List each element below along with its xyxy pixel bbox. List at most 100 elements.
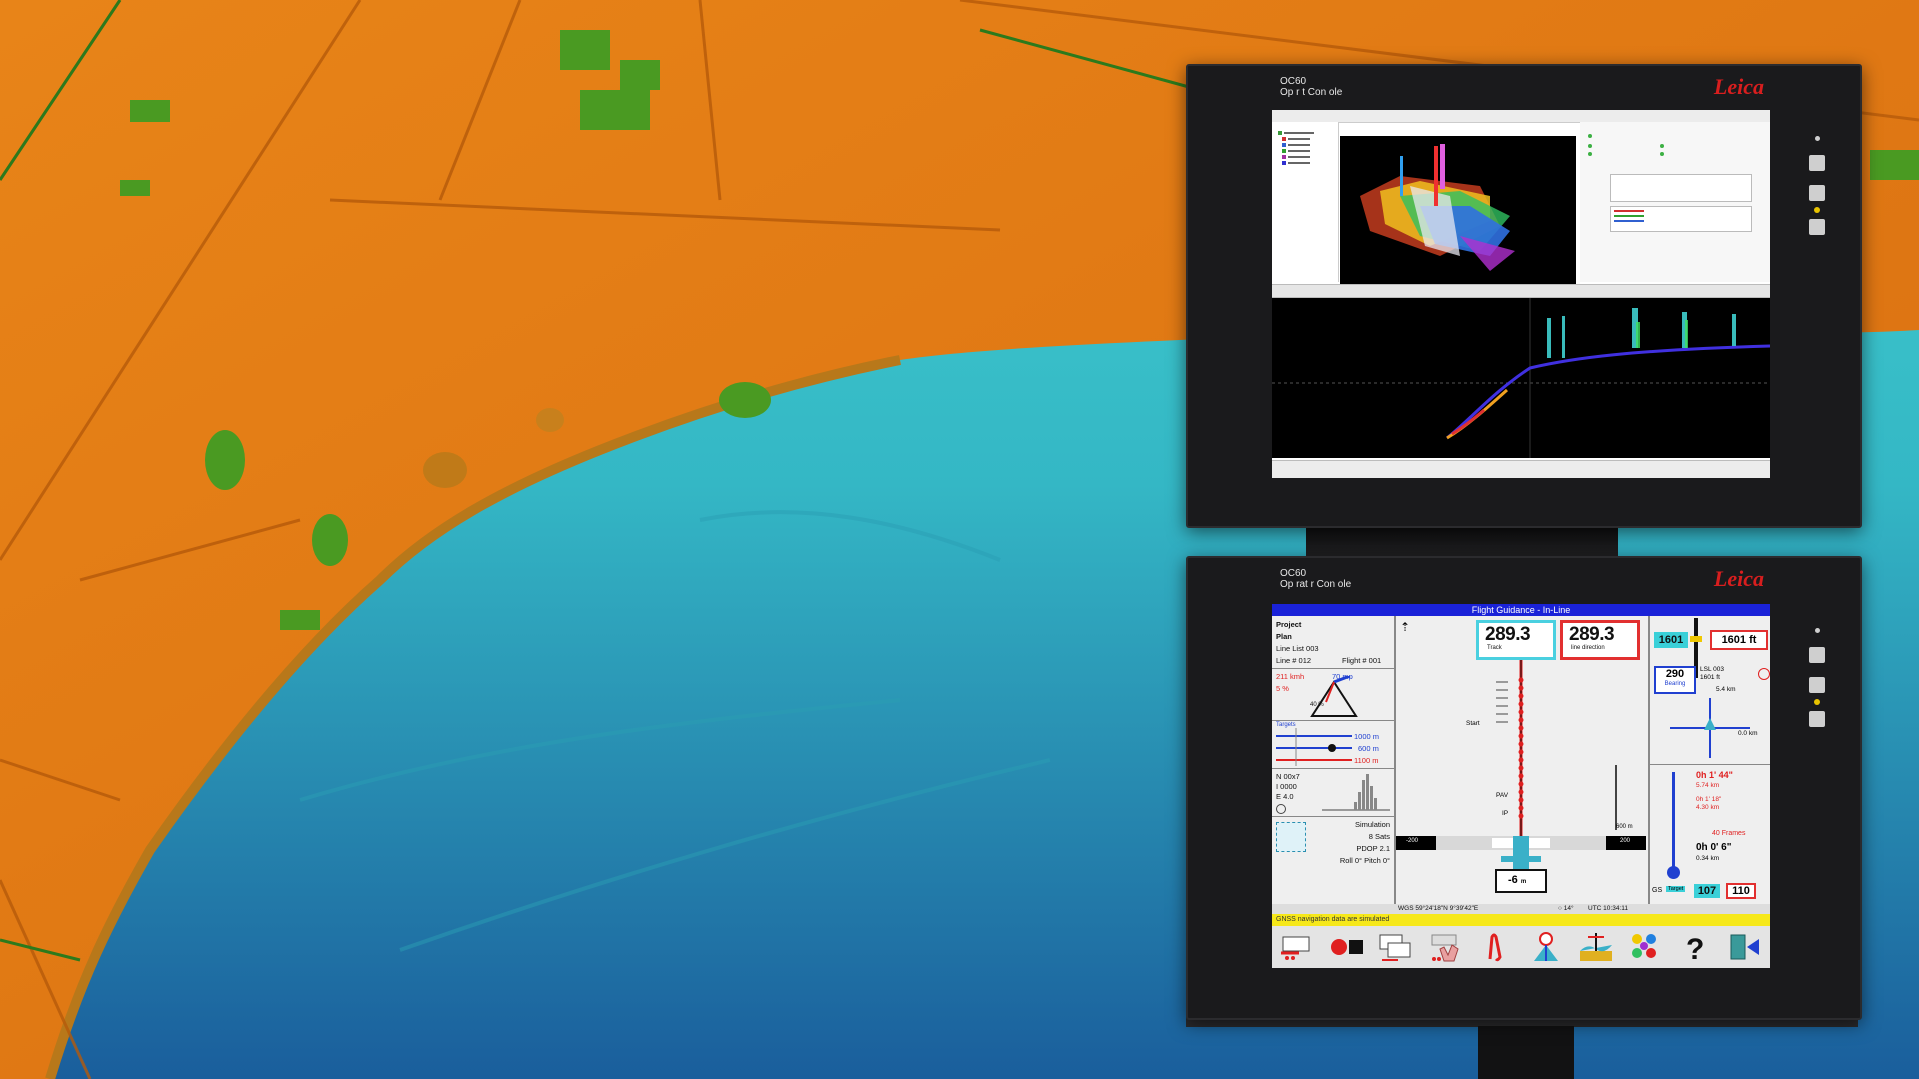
status-bar bbox=[1272, 460, 1770, 478]
monitor-title: Op r t Con ole bbox=[1280, 87, 1343, 98]
colors-icon[interactable] bbox=[1623, 928, 1667, 966]
track-value: 289.3 bbox=[1485, 624, 1531, 645]
compass-icon bbox=[1758, 668, 1770, 680]
position-crosshair-icon bbox=[1670, 698, 1750, 758]
lsl-altitude: 1601 ft bbox=[1700, 674, 1720, 681]
ground-speed-target: 110 bbox=[1726, 883, 1756, 899]
track-label: Track bbox=[1487, 645, 1502, 651]
flight-number: Flight # 001 bbox=[1342, 656, 1382, 665]
flight-guidance-screen: Flight Guidance - In-Line Project Plan L… bbox=[1272, 604, 1770, 968]
target-distance-3: 1100 m bbox=[1354, 756, 1379, 765]
scale-left: -200 bbox=[1406, 838, 1419, 844]
histogram-icon bbox=[1322, 774, 1390, 811]
cross-track-offset: -6 m bbox=[1508, 874, 1526, 886]
target-lines-icon bbox=[1276, 728, 1352, 766]
north-arrow-icon: ⇡ bbox=[1400, 620, 1411, 634]
utc-time: UTC 10:34:11 bbox=[1588, 905, 1628, 912]
coordinates: WGS 59°24'18"N 9°39'42"E bbox=[1398, 905, 1479, 912]
app-title-bar: Flight Guidance - In-Line bbox=[1272, 604, 1770, 616]
bearing-label: Bearing bbox=[1664, 681, 1686, 687]
hardware-button-2[interactable] bbox=[1809, 185, 1825, 201]
bearing-value: 290 bbox=[1665, 668, 1685, 680]
hardware-button-3[interactable] bbox=[1809, 711, 1825, 727]
distance-ahead: 5.4 km bbox=[1716, 686, 1736, 693]
project-label[interactable]: Project bbox=[1276, 620, 1301, 629]
distance-to-line-3: 0.34 km bbox=[1696, 855, 1720, 862]
satellites-count: 8 Sats bbox=[1368, 832, 1390, 841]
monitor-stand-neck bbox=[1306, 524, 1618, 556]
distance-to-line-2: 4.30 km bbox=[1696, 804, 1720, 811]
annotate-icon[interactable] bbox=[1474, 928, 1518, 966]
navigation-right-panel: 1601 1601 ft 290 Bearing LSL 003 1601 ft… bbox=[1648, 616, 1770, 904]
monitor-label: OC60 Op r t Con ole bbox=[1280, 76, 1342, 98]
mission-info-panel: Project Plan Line List 003 Line # 012 Fl… bbox=[1272, 616, 1396, 904]
monitor-model: OC60 bbox=[1280, 76, 1307, 87]
drift-percent: 5 % bbox=[1276, 684, 1289, 693]
guidance-center-panel: ⇡ 289.3 Track 289.3 line direction Start… bbox=[1396, 616, 1646, 904]
time-to-go-bar bbox=[1672, 772, 1675, 876]
help-icon[interactable]: ? bbox=[1673, 928, 1717, 966]
bearing-box: 290 Bearing bbox=[1654, 666, 1696, 694]
track-box: 289.3 Track bbox=[1476, 620, 1556, 660]
pointcloud-3d-view[interactable] bbox=[1340, 136, 1576, 284]
properties-panel[interactable] bbox=[1580, 122, 1770, 282]
distance-to-line-1: 5.74 km bbox=[1696, 782, 1720, 789]
line-direction-value: 289.3 bbox=[1569, 624, 1615, 645]
frames-count: 40 Frames bbox=[1712, 830, 1746, 837]
layer-tree[interactable] bbox=[1272, 122, 1339, 282]
scale-bar-label: 600 m bbox=[1616, 824, 1633, 830]
window-switch-icon[interactable] bbox=[1374, 928, 1418, 966]
divider bbox=[1272, 816, 1394, 817]
status-led-icon bbox=[1814, 699, 1820, 705]
hardware-button-2[interactable] bbox=[1809, 677, 1825, 693]
offset-value: -6 bbox=[1508, 874, 1518, 886]
status-led-icon bbox=[1814, 207, 1820, 213]
monitor-model: OC60 bbox=[1280, 568, 1307, 579]
side-buttons bbox=[1808, 628, 1826, 741]
function-toolbar: ? bbox=[1272, 926, 1770, 968]
hardware-button-3[interactable] bbox=[1809, 219, 1825, 235]
terrain-icon[interactable] bbox=[1574, 928, 1618, 966]
brand-logo: Leica bbox=[1713, 74, 1764, 99]
hardware-button-1[interactable] bbox=[1809, 647, 1825, 663]
exit-icon[interactable] bbox=[1723, 928, 1767, 966]
power-led-icon bbox=[1814, 136, 1820, 141]
side-buttons bbox=[1808, 136, 1826, 249]
l-value: I 0000 bbox=[1276, 782, 1297, 791]
bottom-monitor: OC60 Op rat r Con ole Leica Flight Guida… bbox=[1186, 556, 1862, 1020]
aircraft-attitude-icon[interactable] bbox=[1276, 822, 1306, 852]
position-ticker: WGS 59°24'18"N 9°39'42"E ○ 14° UTC 10:34… bbox=[1272, 904, 1770, 914]
time-to-go-marker bbox=[1667, 866, 1680, 879]
plan-label[interactable]: Plan bbox=[1276, 632, 1292, 641]
distance-lateral: 0.0 km bbox=[1738, 730, 1758, 737]
clock-icon bbox=[1276, 804, 1286, 814]
flight-line-display bbox=[1396, 660, 1646, 893]
target-distance-1: 1000 m bbox=[1354, 732, 1380, 741]
camera-trigger-icon[interactable] bbox=[1524, 928, 1568, 966]
elevation-profile-view[interactable] bbox=[1272, 298, 1770, 458]
altitude-actual: 1601 bbox=[1654, 632, 1688, 648]
ground-speed-actual: 107 bbox=[1694, 884, 1720, 898]
ip-label: IP bbox=[1502, 810, 1509, 817]
brand-logo: Leica bbox=[1713, 566, 1764, 591]
gnss-warning-banner: GNSS navigation data are simulated bbox=[1272, 914, 1770, 926]
start-label: Start bbox=[1466, 720, 1480, 727]
pointcloud-app-screen bbox=[1272, 110, 1770, 478]
line-direction-label: line direction bbox=[1571, 645, 1605, 651]
triangle-percent: 40 % bbox=[1310, 702, 1324, 708]
power-led-icon bbox=[1814, 628, 1820, 633]
heading: ○ 14° bbox=[1558, 905, 1574, 912]
hardware-button-1[interactable] bbox=[1809, 155, 1825, 171]
monitor-stand-base bbox=[1478, 1026, 1574, 1079]
altitude-marker bbox=[1690, 636, 1702, 642]
record-stop-icon[interactable] bbox=[1325, 928, 1369, 966]
touch-hand-icon[interactable] bbox=[1424, 928, 1468, 966]
scale-right: 200 bbox=[1620, 838, 1631, 844]
time-to-line-1: 0h 1' 44" bbox=[1696, 770, 1733, 780]
line-select-icon[interactable] bbox=[1275, 928, 1319, 966]
roll-pitch: Roll 0° Pitch 0° bbox=[1339, 856, 1390, 865]
target-distance-2: 600 m bbox=[1358, 744, 1379, 753]
profile-toolbar[interactable] bbox=[1272, 284, 1770, 298]
line-direction-box: 289.3 line direction bbox=[1560, 620, 1640, 660]
time-to-line-3: 0h 0' 6" bbox=[1696, 842, 1732, 853]
